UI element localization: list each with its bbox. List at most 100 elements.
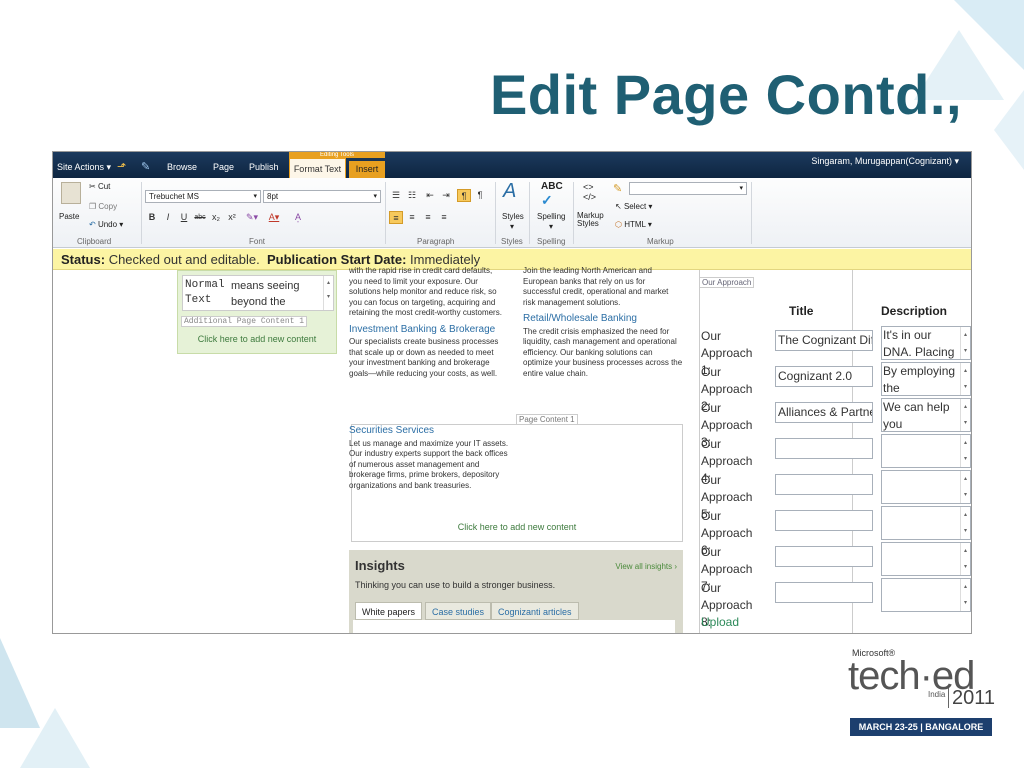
site-actions-menu[interactable]: Site Actions ▾ bbox=[57, 162, 111, 173]
superscript-icon[interactable]: x² bbox=[225, 211, 239, 224]
italic-icon[interactable]: I bbox=[161, 211, 175, 224]
markup-icon: <> </> bbox=[583, 182, 597, 202]
subscript-icon[interactable]: x₂ bbox=[209, 211, 223, 224]
approach-title-input[interactable] bbox=[775, 438, 873, 459]
language-icon[interactable]: ✎ bbox=[613, 182, 622, 195]
edit-page-icon[interactable]: ✎ bbox=[141, 160, 150, 173]
description-scrollbar[interactable]: ▴ ▾ bbox=[960, 435, 970, 467]
add-content-link[interactable]: Click here to add new content bbox=[351, 522, 683, 532]
rtl-icon[interactable]: ¶ bbox=[473, 189, 487, 202]
description-scrollbar[interactable]: ▴ ▾ bbox=[960, 399, 970, 431]
style-name-column: Normal Text bbox=[185, 278, 225, 308]
tab-insert[interactable]: Insert bbox=[349, 161, 385, 178]
approach-title-input[interactable] bbox=[775, 582, 873, 603]
description-scrollbar[interactable]: ▴ ▾ bbox=[960, 363, 970, 395]
chevron-down-icon: ▾ bbox=[510, 222, 515, 231]
description-scrollbar[interactable]: ▴ ▾ bbox=[960, 543, 970, 575]
editor-line: means seeing bbox=[231, 280, 300, 292]
bold-icon[interactable]: B bbox=[145, 211, 159, 224]
approach-title-input[interactable] bbox=[775, 546, 873, 567]
underline-icon[interactable]: U bbox=[177, 211, 191, 224]
approach-name: Our Approach bbox=[701, 401, 753, 432]
approach-title-input[interactable] bbox=[775, 474, 873, 495]
ribbon-separator bbox=[385, 182, 386, 244]
approach-description-input[interactable]: ▴ ▾ bbox=[881, 434, 971, 468]
approach-title-input[interactable] bbox=[775, 510, 873, 531]
approach-title-input[interactable]: The Cognizant Dif bbox=[775, 330, 873, 351]
ltr-icon[interactable]: ¶ bbox=[457, 189, 471, 202]
description-line: We can help bbox=[883, 400, 950, 414]
description-scrollbar[interactable]: ▴ ▾ bbox=[960, 327, 970, 359]
tab-case-studies[interactable]: Case studies bbox=[425, 602, 492, 620]
description-scrollbar[interactable]: ▴ ▾ bbox=[960, 471, 970, 503]
navigate-up-icon[interactable]: ⬏ bbox=[117, 160, 126, 173]
insights-panel: Insights View all insights › Thinking yo… bbox=[349, 550, 683, 633]
font-size-select[interactable]: 8pt ▾ bbox=[263, 190, 381, 203]
align-center-icon[interactable]: ≡ bbox=[405, 211, 419, 224]
markup-dropdown[interactable]: ▾ bbox=[629, 182, 747, 195]
spelling-button[interactable]: Spelling bbox=[537, 212, 565, 221]
markup-styles-button[interactable]: Markup Styles bbox=[577, 212, 611, 228]
justify-icon[interactable]: ≡ bbox=[437, 211, 451, 224]
styles-button[interactable]: Styles bbox=[502, 212, 524, 221]
approach-description-input[interactable]: By employing the ▴ ▾ bbox=[881, 362, 971, 396]
view-all-insights-link[interactable]: View all insights › bbox=[615, 562, 677, 571]
cut-button[interactable]: ✂ Cut bbox=[89, 182, 110, 191]
insights-subtitle: Thinking you can use to build a stronger… bbox=[355, 580, 556, 590]
clear-format-icon[interactable]: A͎ bbox=[291, 211, 305, 224]
undo-button[interactable]: ↶ Undo ▾ bbox=[89, 220, 123, 229]
chevron-down-icon: ▾ bbox=[253, 193, 257, 200]
section-heading: Investment Banking & Brokerage bbox=[349, 323, 496, 335]
font-family-value: Trebuchet MS bbox=[149, 192, 199, 201]
approach-description-input[interactable]: ▴ ▾ bbox=[881, 470, 971, 504]
html-button[interactable]: ⬡ HTML ▾ bbox=[615, 220, 652, 229]
page-content-area: Normal Text means seeing beyond the ▴ ▾ A… bbox=[53, 266, 971, 633]
description-scrollbar[interactable]: ▴ ▾ bbox=[960, 507, 970, 539]
indent-icon[interactable]: ⇥ bbox=[439, 189, 453, 202]
approach-title-input[interactable]: Cognizant 2.0 bbox=[775, 366, 873, 387]
teched-region: India bbox=[928, 690, 946, 699]
strikethrough-icon[interactable]: abc bbox=[193, 211, 207, 224]
approach-title-input[interactable]: Alliances & Partne bbox=[775, 402, 873, 423]
highlight-icon[interactable]: ✎▾ bbox=[245, 211, 259, 224]
align-left-icon[interactable]: ≡ bbox=[389, 211, 403, 224]
approach-description-input[interactable]: ▴ ▾ bbox=[881, 542, 971, 576]
clipboard-group-label: Clipboard bbox=[77, 237, 112, 246]
font-family-select[interactable]: Trebuchet MS ▾ bbox=[145, 190, 261, 203]
description-line: By employing bbox=[883, 364, 956, 378]
upload-link[interactable]: Upload bbox=[701, 615, 739, 629]
tab-page[interactable]: Page bbox=[213, 162, 234, 172]
editor-scrollbar[interactable]: ▴ ▾ bbox=[323, 276, 333, 310]
approach-description-input[interactable]: ▴ ▾ bbox=[881, 506, 971, 540]
description-scrollbar[interactable]: ▴ ▾ bbox=[960, 579, 970, 611]
chevron-down-icon: ▾ bbox=[549, 222, 554, 231]
select-button[interactable]: ↖ Select ▾ bbox=[615, 202, 652, 211]
tab-browse[interactable]: Browse bbox=[167, 162, 197, 172]
numbering-icon[interactable]: ☷ bbox=[405, 189, 419, 202]
align-right-icon[interactable]: ≡ bbox=[421, 211, 435, 224]
chevron-down-icon: ▾ bbox=[373, 193, 377, 200]
paragraph-text: Join the leading North American and Euro… bbox=[523, 266, 669, 307]
font-color-icon[interactable]: A▾ bbox=[267, 211, 281, 224]
approach-description-input[interactable]: It's in our DNA. Placing ▴ ▾ bbox=[881, 326, 971, 360]
tab-white-papers[interactable]: White papers bbox=[355, 602, 423, 620]
approach-name: Our Approach bbox=[701, 437, 753, 468]
bullets-icon[interactable]: ☰ bbox=[389, 189, 403, 202]
add-content-link[interactable]: Click here to add new content bbox=[178, 334, 336, 344]
tab-publish[interactable]: Publish bbox=[249, 162, 279, 172]
tab-cognizanti-articles[interactable]: Cognizanti articles bbox=[491, 602, 579, 620]
approach-description-input[interactable]: We can help you ▴ ▾ bbox=[881, 398, 971, 432]
approach-description-input[interactable]: ▴ ▾ bbox=[881, 578, 971, 612]
copy-button[interactable]: ❐ Copy bbox=[89, 202, 117, 211]
user-menu[interactable]: Singaram, Murugappan(Cognizant) ▾ bbox=[811, 156, 959, 167]
tab-format-text[interactable]: Format Text bbox=[289, 158, 346, 178]
scissors-icon: ✂ bbox=[89, 182, 98, 191]
paste-button[interactable]: Paste bbox=[59, 212, 79, 221]
additional-content-label: Additional Page Content 1 bbox=[181, 316, 308, 327]
publication-date-label: Publication Start Date: bbox=[266, 252, 407, 267]
outdent-icon[interactable]: ⇤ bbox=[423, 189, 437, 202]
rich-text-editor[interactable]: Normal Text means seeing beyond the ▴ ▾ bbox=[182, 275, 334, 311]
paragraph-group-label: Paragraph bbox=[417, 237, 455, 246]
ribbon-separator bbox=[751, 182, 752, 244]
html-icon: ⬡ bbox=[615, 220, 625, 229]
